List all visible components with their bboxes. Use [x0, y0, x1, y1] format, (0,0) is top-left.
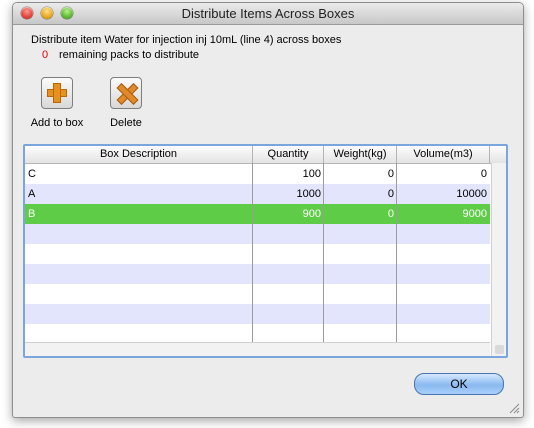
window-title: Distribute Items Across Boxes	[181, 6, 355, 21]
delete-button[interactable]	[110, 77, 142, 109]
column-divider	[396, 163, 397, 342]
distribute-instruction: Distribute item Water for injection inj …	[31, 34, 342, 46]
table-row-empty[interactable]	[25, 304, 490, 324]
weight-cell: 0	[387, 168, 394, 180]
column-header-box-description[interactable]: Box Description	[25, 146, 253, 163]
scroll-corner	[495, 345, 504, 354]
quantity-cell: 900	[302, 208, 321, 220]
box-description-cell: C	[28, 168, 36, 180]
column-header-quantity[interactable]: Quantity	[253, 146, 324, 163]
box-description-cell: B	[28, 208, 36, 220]
table-header: Box Description Quantity Weight(kg) Volu…	[25, 146, 506, 164]
table-row-empty[interactable]	[25, 284, 490, 304]
delete-label: Delete	[110, 117, 142, 129]
volume-cell: 10000	[456, 188, 487, 200]
quantity-cell: 100	[302, 168, 321, 180]
boxes-table[interactable]: Box Description Quantity Weight(kg) Volu…	[23, 144, 508, 358]
vertical-scrollbar[interactable]	[491, 163, 506, 356]
table-body: C 100 0 0 A 1000 0 10000 B 900 0 9000	[25, 164, 490, 344]
table-row[interactable]: A 1000 0 10000	[25, 184, 490, 204]
table-row[interactable]: C 100 0 0	[25, 164, 490, 184]
quantity-cell: 1000	[296, 188, 321, 200]
volume-cell: 0	[480, 168, 487, 180]
table-row-empty[interactable]	[25, 324, 490, 344]
column-divider	[252, 163, 253, 342]
delete-tool[interactable]: Delete	[101, 77, 151, 129]
box-description-cell: A	[28, 188, 36, 200]
table-row-empty[interactable]	[25, 224, 490, 244]
table-row-empty[interactable]	[25, 244, 490, 264]
add-to-box-tool[interactable]: Add to box	[27, 77, 87, 129]
weight-cell: 0	[387, 208, 394, 220]
column-header-weight[interactable]: Weight(kg)	[324, 146, 397, 163]
resize-grip-icon[interactable]	[509, 403, 520, 414]
column-divider	[323, 163, 324, 342]
remaining-line: 0 remaining packs to distribute	[31, 49, 199, 61]
title-bar[interactable]: Distribute Items Across Boxes	[13, 3, 523, 25]
table-row-empty[interactable]	[25, 264, 490, 284]
ok-button[interactable]: OK	[414, 373, 504, 395]
column-header-volume[interactable]: Volume(m3)	[397, 146, 490, 163]
add-to-box-label: Add to box	[30, 117, 84, 129]
volume-cell: 9000	[462, 208, 487, 220]
table-row-selected[interactable]: B 900 0 9000	[25, 204, 490, 224]
horizontal-scrollbar[interactable]	[25, 342, 490, 356]
distribute-dialog: Distribute Items Across Boxes Distribute…	[12, 2, 524, 418]
remaining-label: remaining packs to distribute	[59, 49, 200, 61]
weight-cell: 0	[387, 188, 394, 200]
add-to-box-button[interactable]	[41, 77, 73, 109]
remaining-count: 0	[41, 49, 49, 61]
